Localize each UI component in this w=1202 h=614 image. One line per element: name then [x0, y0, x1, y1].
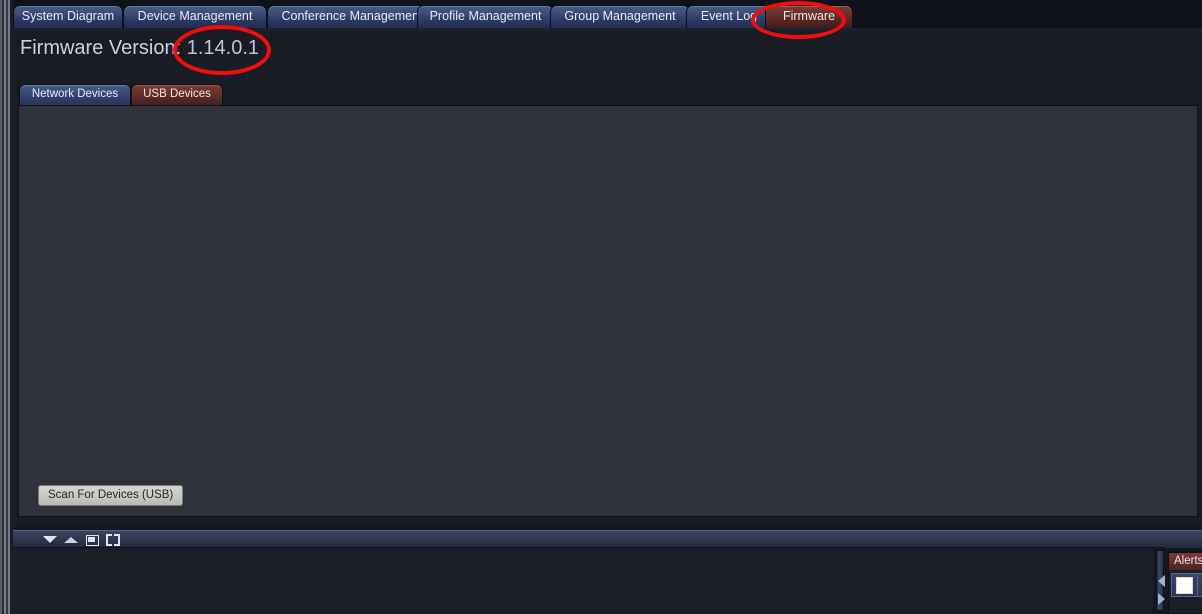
usb-device-list-area[interactable]: Scan For Devices (USB) [18, 105, 1198, 517]
application-window: System Diagram Device Management Conferenc… [0, 0, 1202, 614]
sub-tab-usb-devices[interactable]: USB Devices [131, 84, 223, 105]
alerts-panel: Alerts [1168, 552, 1202, 614]
splitter-handle[interactable] [1156, 550, 1165, 611]
firmware-panel: Firmware Version: 1.14.0.1 Network Devic… [13, 31, 1202, 525]
chevron-left-icon[interactable] [1158, 575, 1165, 587]
fullscreen-icon[interactable] [106, 533, 120, 546]
alerts-row[interactable] [1171, 573, 1202, 597]
firmware-version-line: Firmware Version: 1.14.0.1 [20, 37, 259, 60]
main-tab-firmware[interactable]: Firmware [765, 5, 853, 28]
alerts-panel-title: Alerts [1169, 553, 1202, 570]
main-tab-device-management[interactable]: Device Management [123, 5, 267, 28]
bottom-toolbar [13, 530, 1202, 548]
firmware-version-label: Firmware Version: [20, 37, 182, 59]
sub-tab-network-devices[interactable]: Network Devices [19, 84, 131, 105]
chevron-right-icon[interactable] [1158, 593, 1165, 605]
main-tab-bar: System Diagram Device Management Conferenc… [13, 0, 1202, 31]
bottom-content-pane [13, 547, 1153, 614]
main-tab-group-management[interactable]: Group Management [550, 5, 690, 28]
panel-splitter[interactable] [1153, 547, 1166, 614]
alerts-column-divider [1197, 575, 1198, 597]
main-tab-conference-management[interactable]: Conference Management [267, 5, 437, 28]
main-tab-system-diagram[interactable]: System Diagram [13, 5, 123, 28]
scan-for-devices-button[interactable]: Scan For Devices (USB) [38, 485, 184, 506]
main-tab-event-log[interactable]: Event Log [686, 5, 772, 28]
alerts-checkbox[interactable] [1176, 577, 1193, 594]
restore-icon[interactable] [85, 533, 99, 546]
main-tab-profile-management[interactable]: Profile Management [417, 5, 554, 28]
firmware-version-value: 1.14.0.1 [186, 37, 260, 59]
expand-up-icon[interactable] [64, 533, 78, 546]
collapse-down-icon[interactable] [43, 533, 57, 546]
